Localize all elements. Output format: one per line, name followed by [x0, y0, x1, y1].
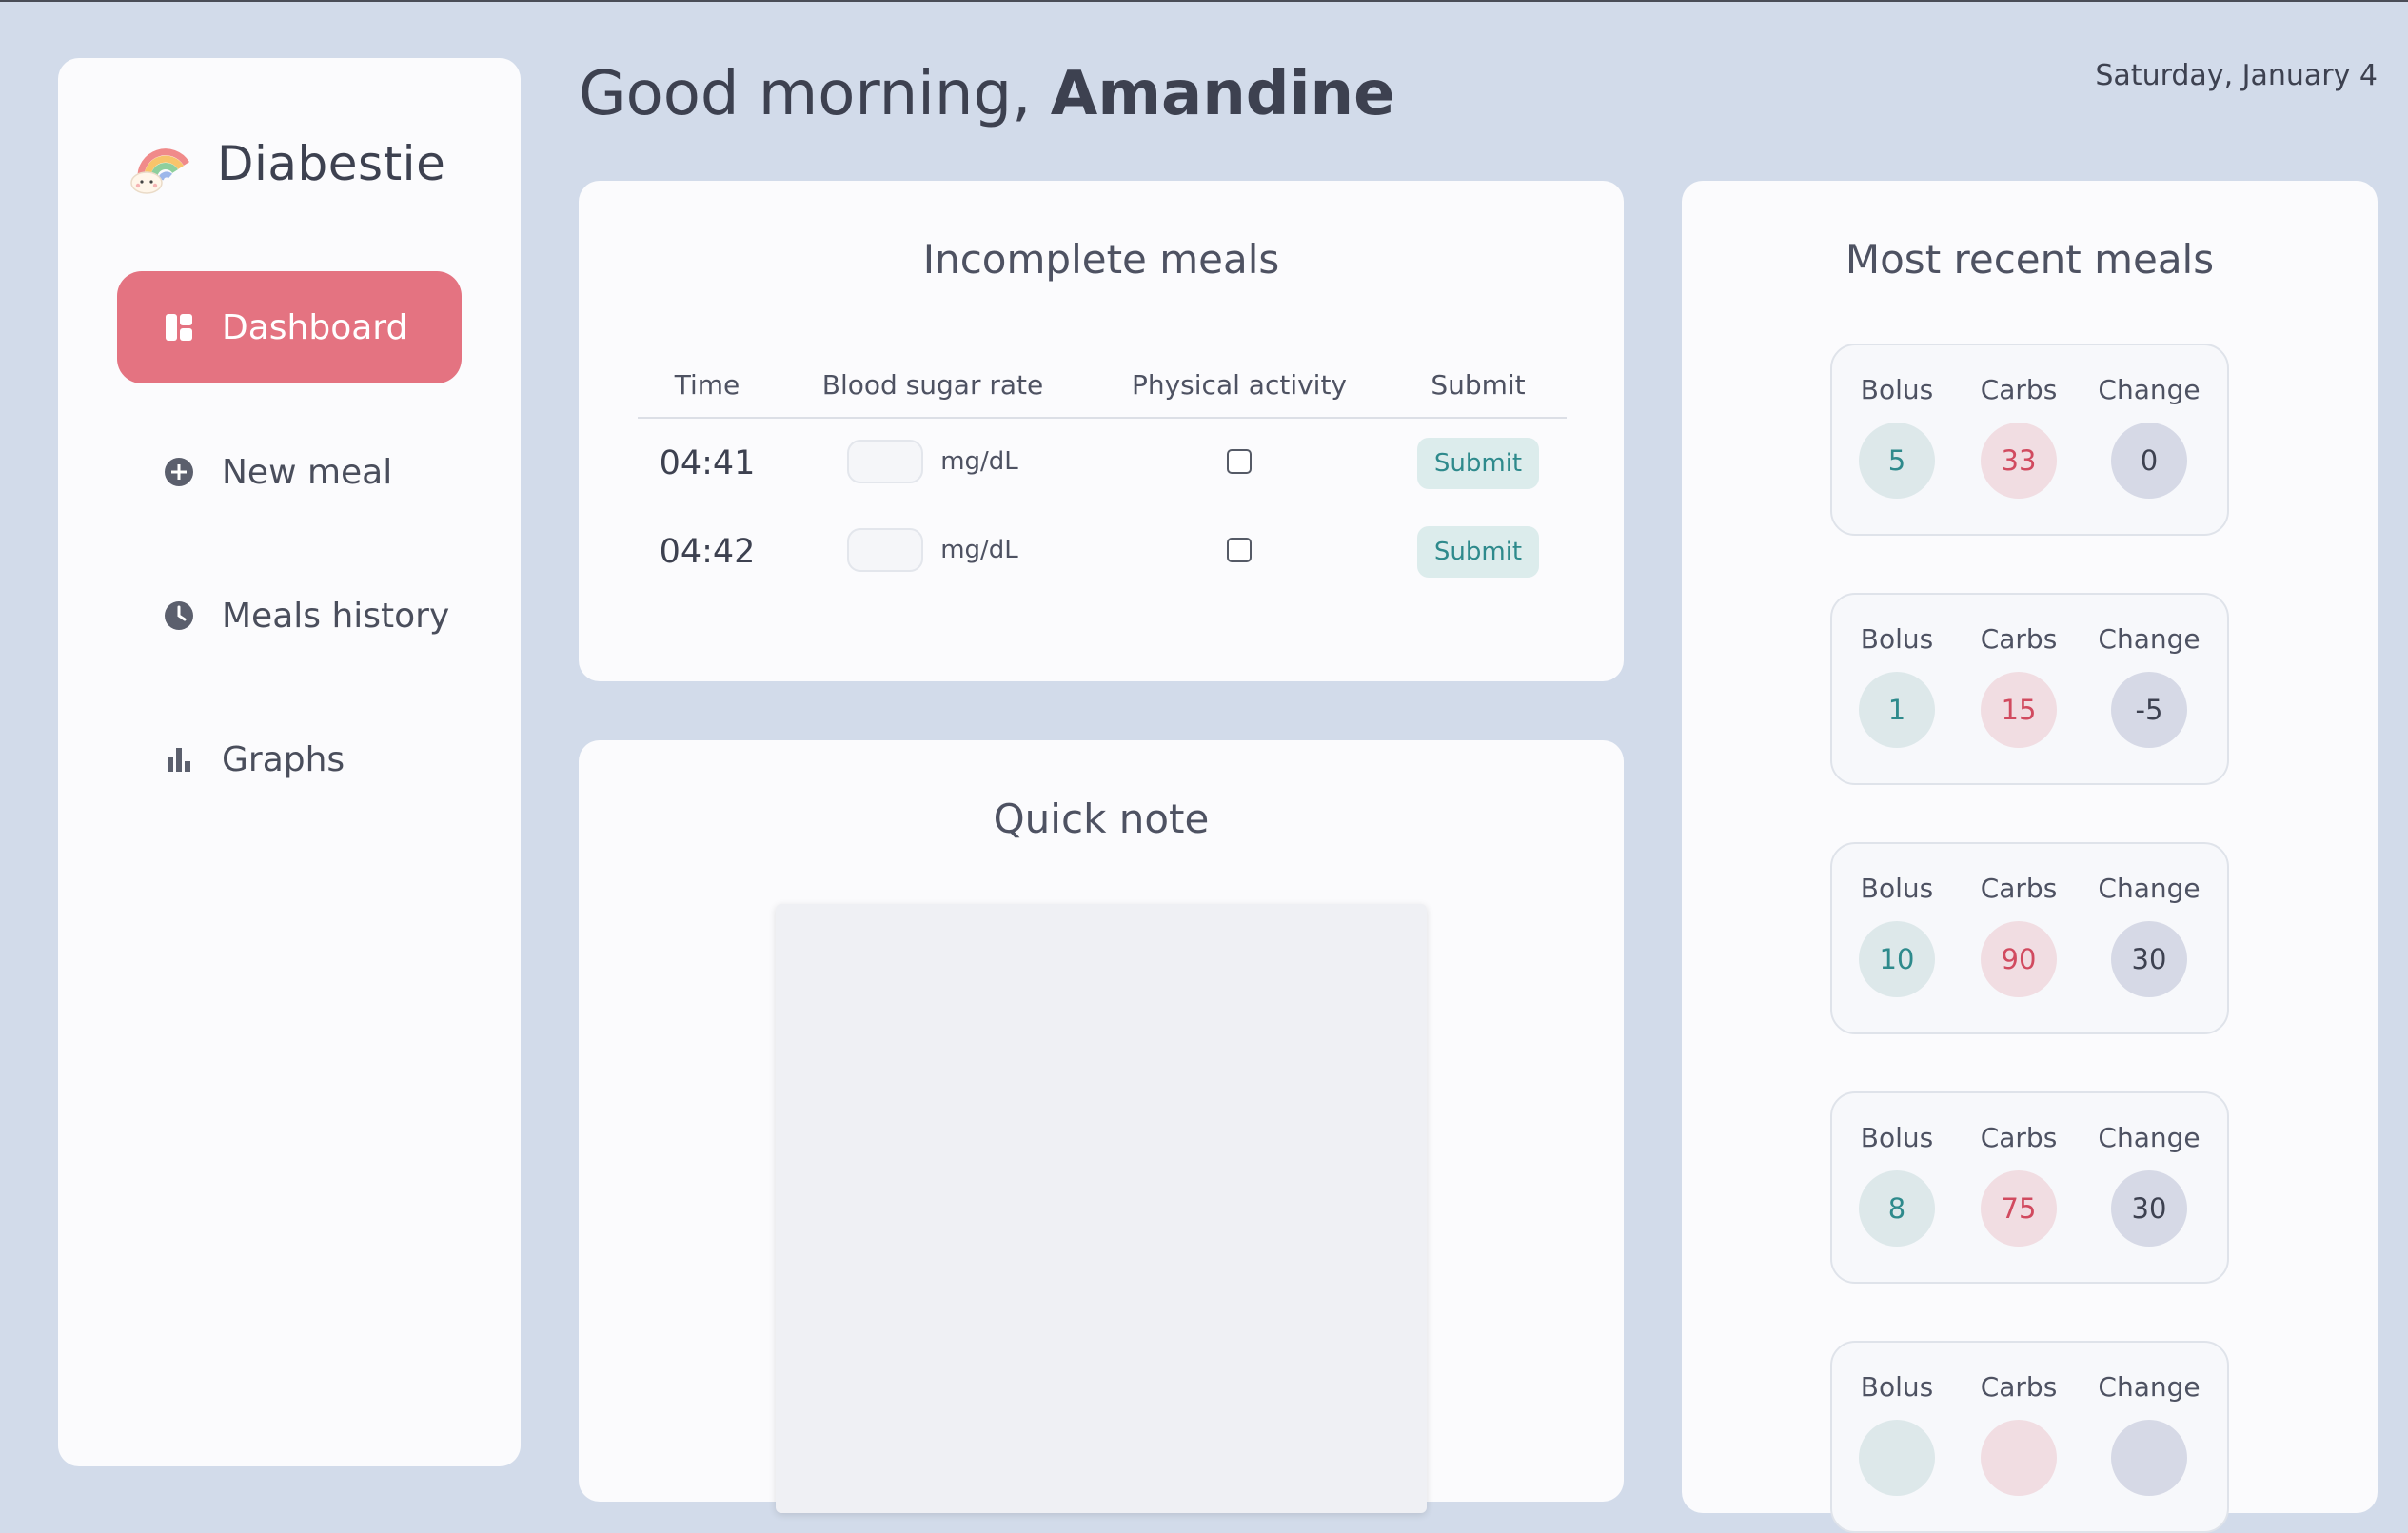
change-value [2111, 1420, 2187, 1496]
bolus-value: 1 [1859, 672, 1935, 748]
clock-icon [163, 599, 195, 632]
bolus-value: 8 [1859, 1170, 1935, 1247]
column-header-physical-activity: Physical activity [1131, 368, 1347, 401]
recent-meal-item[interactable]: Bolus 10 Carbs 90 Change 30 [1830, 842, 2229, 1034]
quick-note-textarea[interactable] [776, 904, 1427, 1513]
table-row: 04:42 mg/dL Submit [638, 507, 1567, 596]
change-label: Change [2098, 1371, 2201, 1403]
carbs-label: Carbs [1980, 1122, 2058, 1153]
incomplete-meals-table: Time Blood sugar rate Physical activity … [638, 352, 1567, 596]
rainbow-cloud-icon [130, 148, 189, 194]
card-title: Most recent meals [1845, 236, 2215, 283]
sidebar-item-dashboard[interactable]: Dashboard [117, 271, 462, 383]
change-label: Change [2098, 623, 2201, 655]
carbs-value: 75 [1981, 1170, 2057, 1247]
recent-meal-item[interactable]: Bolus 8 Carbs 75 Change 30 [1830, 1091, 2229, 1284]
app-name: Diabestie [217, 136, 446, 191]
table-header: Time Blood sugar rate Physical activity … [638, 352, 1567, 419]
sidebar-item-graphs[interactable]: Graphs [117, 703, 462, 816]
blood-sugar-input[interactable] [847, 527, 924, 572]
change-label: Change [2098, 374, 2201, 405]
carbs-label: Carbs [1980, 374, 2058, 405]
incomplete-meals-card: Incomplete meals Time Blood sugar rate P… [579, 181, 1624, 681]
column-header-time: Time [674, 368, 740, 401]
sidebar-item-new-meal[interactable]: New meal [117, 416, 462, 528]
recent-meal-item[interactable]: Bolus 1 Carbs 15 Change -5 [1830, 593, 2229, 785]
change-value: 30 [2111, 921, 2187, 997]
carbs-value: 33 [1981, 423, 2057, 499]
sidebar-item-meals-history[interactable]: Meals history [117, 560, 462, 672]
submit-button[interactable]: Submit [1416, 525, 1540, 578]
column-header-submit: Submit [1431, 368, 1526, 401]
bolus-label: Bolus [1860, 1122, 1934, 1153]
user-name: Amandine [1050, 59, 1395, 129]
card-title: Incomplete meals [922, 236, 1280, 283]
bolus-label: Bolus [1860, 873, 1934, 904]
sidebar: Diabestie Dashboard New meal Meals histo… [58, 58, 521, 1466]
carbs-label: Carbs [1980, 623, 2058, 655]
unit-label: mg/dL [940, 446, 1018, 476]
bar-chart-icon [163, 743, 195, 776]
carbs-value: 90 [1981, 921, 2057, 997]
physical-activity-checkbox[interactable] [1227, 537, 1252, 562]
bolus-label: Bolus [1860, 1371, 1934, 1403]
recent-meal-item[interactable]: Bolus 5 Carbs 33 Change 0 [1830, 344, 2229, 536]
recent-meal-item[interactable]: Bolus Carbs Change [1830, 1341, 2229, 1533]
change-label: Change [2098, 873, 2201, 904]
bolus-label: Bolus [1860, 623, 1934, 655]
carbs-value: 15 [1981, 672, 2057, 748]
bolus-value [1859, 1420, 1935, 1496]
unit-label: mg/dL [940, 535, 1018, 564]
change-value: -5 [2111, 672, 2187, 748]
table-row: 04:41 mg/dL Submit [638, 419, 1567, 507]
current-date: Saturday, January 4 [2095, 59, 2378, 92]
plus-circle-icon [163, 456, 195, 488]
greeting-heading: Good morning, Amandine [579, 59, 1394, 129]
carbs-label: Carbs [1980, 1371, 2058, 1403]
meal-time: 04:41 [659, 443, 756, 482]
brand[interactable]: Diabestie [128, 129, 445, 198]
window-top-border [0, 0, 2408, 2]
change-label: Change [2098, 1122, 2201, 1153]
physical-activity-checkbox[interactable] [1227, 448, 1252, 474]
card-title: Quick note [993, 796, 1210, 842]
change-value: 30 [2111, 1170, 2187, 1247]
bolus-value: 10 [1859, 921, 1935, 997]
bolus-value: 5 [1859, 423, 1935, 499]
meal-time: 04:42 [659, 532, 756, 571]
recent-meals-card: Most recent meals Bolus 5 Carbs 33 Change 0… [1682, 181, 2378, 1533]
quick-note-card: Quick note [579, 740, 1624, 1513]
sidebar-item-label: Dashboard [222, 307, 408, 347]
sidebar-item-label: New meal [222, 452, 393, 492]
bolus-label: Bolus [1860, 374, 1934, 405]
sidebar-item-label: Meals history [222, 596, 450, 636]
sidebar-item-label: Graphs [222, 739, 345, 779]
column-header-blood-sugar: Blood sugar rate [821, 368, 1044, 401]
carbs-value [1981, 1420, 2057, 1496]
submit-button[interactable]: Submit [1416, 437, 1540, 489]
change-value: 0 [2111, 423, 2187, 499]
dashboard-icon [163, 311, 195, 344]
carbs-label: Carbs [1980, 873, 2058, 904]
blood-sugar-input[interactable] [847, 439, 924, 483]
greeting-prefix: Good morning, [579, 59, 1032, 129]
